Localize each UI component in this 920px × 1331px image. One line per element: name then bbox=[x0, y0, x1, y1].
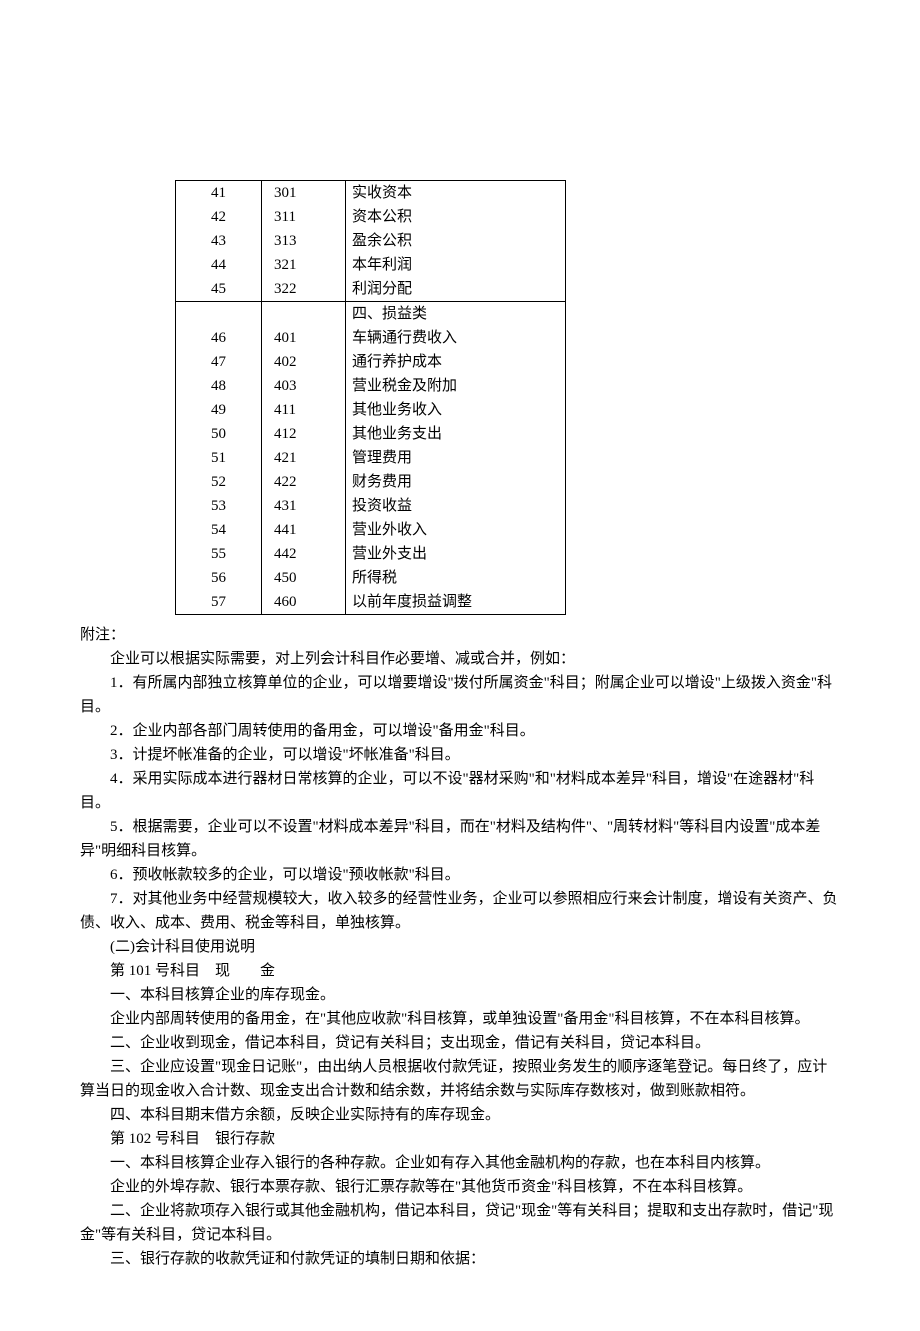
account-name: 营业外支出 bbox=[346, 542, 566, 566]
table-row: 44321本年利润 bbox=[176, 253, 566, 277]
account-name: 营业税金及附加 bbox=[346, 374, 566, 398]
paragraph: 一、本科目核算企业存入银行的各种存款。企业如有存入其他金融机构的存款，也在本科目… bbox=[80, 1151, 840, 1175]
row-number: 50 bbox=[176, 422, 262, 446]
row-number: 52 bbox=[176, 470, 262, 494]
row-number: 57 bbox=[176, 590, 262, 615]
paragraph: 企业内部周转使用的备用金，在"其他应收款"科目核算，或单独设置"备用金"科目核算… bbox=[80, 1007, 840, 1031]
account-name: 资本公积 bbox=[346, 205, 566, 229]
row-number: 46 bbox=[176, 326, 262, 350]
paragraph: 三、企业应设置"现金日记账"，由出纳人员根据收付款凭证，按照业务发生的顺序逐笔登… bbox=[80, 1055, 840, 1103]
account-name: 投资收益 bbox=[346, 494, 566, 518]
table-row: 51421管理费用 bbox=[176, 446, 566, 470]
row-number: 47 bbox=[176, 350, 262, 374]
account-name: 管理费用 bbox=[346, 446, 566, 470]
account-name: 车辆通行费收入 bbox=[346, 326, 566, 350]
row-number: 53 bbox=[176, 494, 262, 518]
account-code: 313 bbox=[262, 229, 346, 253]
table-row: 53431投资收益 bbox=[176, 494, 566, 518]
paragraph: 5．根据需要，企业可以不设置"材料成本差异"科目，而在"材料及结构件"、"周转材… bbox=[80, 815, 840, 863]
section-header: 四、损益类 bbox=[346, 302, 566, 327]
account-name: 以前年度损益调整 bbox=[346, 590, 566, 615]
account-code: 402 bbox=[262, 350, 346, 374]
paragraph: 企业的外埠存款、银行本票存款、银行汇票存款等在"其他货币资金"科目核算，不在本科… bbox=[80, 1175, 840, 1199]
table-section-header-row: 四、损益类 bbox=[176, 302, 566, 327]
row-number: 48 bbox=[176, 374, 262, 398]
row-number: 43 bbox=[176, 229, 262, 253]
table-row: 43313盈余公积 bbox=[176, 229, 566, 253]
table-row: 57460以前年度损益调整 bbox=[176, 590, 566, 615]
account-name: 通行养护成本 bbox=[346, 350, 566, 374]
account-code: 441 bbox=[262, 518, 346, 542]
table-row: 48403营业税金及附加 bbox=[176, 374, 566, 398]
row-number: 55 bbox=[176, 542, 262, 566]
row-number: 42 bbox=[176, 205, 262, 229]
table-row: 55442营业外支出 bbox=[176, 542, 566, 566]
account-name: 营业外收入 bbox=[346, 518, 566, 542]
row-number: 54 bbox=[176, 518, 262, 542]
account-code: 460 bbox=[262, 590, 346, 615]
account-name: 其他业务支出 bbox=[346, 422, 566, 446]
account-name: 本年利润 bbox=[346, 253, 566, 277]
account-code: 412 bbox=[262, 422, 346, 446]
row-number: 45 bbox=[176, 277, 262, 302]
paragraph: 三、银行存款的收款凭证和付款凭证的填制日期和依据： bbox=[80, 1247, 840, 1271]
account-code: 421 bbox=[262, 446, 346, 470]
paragraph: 1．有所属内部独立核算单位的企业，可以增要增设"拨付所属资金"科目；附属企业可以… bbox=[80, 671, 840, 719]
account-code: 401 bbox=[262, 326, 346, 350]
table-row: 50412其他业务支出 bbox=[176, 422, 566, 446]
paragraph: 一、本科目核算企业的库存现金。 bbox=[80, 983, 840, 1007]
paragraph: 7．对其他业务中经营规模较大，收入较多的经营性业务，企业可以参照相应行来会计制度… bbox=[80, 887, 840, 935]
table-row: 45322利润分配 bbox=[176, 277, 566, 302]
account-name: 财务费用 bbox=[346, 470, 566, 494]
table-row: 42311资本公积 bbox=[176, 205, 566, 229]
account-code: 431 bbox=[262, 494, 346, 518]
account-code: 442 bbox=[262, 542, 346, 566]
account-name: 所得税 bbox=[346, 566, 566, 590]
accounts-table: 41301实收资本42311资本公积43313盈余公积44321本年利润4532… bbox=[175, 180, 840, 615]
account-code: 321 bbox=[262, 253, 346, 277]
account-code: 450 bbox=[262, 566, 346, 590]
note-label: 附注： bbox=[80, 623, 840, 647]
account-code: 422 bbox=[262, 470, 346, 494]
row-number: 41 bbox=[176, 181, 262, 206]
paragraph: 3．计提坏帐准备的企业，可以增设"坏帐准备"科目。 bbox=[80, 743, 840, 767]
paragraph: 第 102 号科目 银行存款 bbox=[80, 1127, 840, 1151]
account-name: 利润分配 bbox=[346, 277, 566, 302]
row-number: 56 bbox=[176, 566, 262, 590]
table-row: 56450所得税 bbox=[176, 566, 566, 590]
account-name: 其他业务收入 bbox=[346, 398, 566, 422]
paragraph: 二、企业收到现金，借记本科目，贷记有关科目；支出现金，借记有关科目，贷记本科目。 bbox=[80, 1031, 840, 1055]
paragraph: 6．预收帐款较多的企业，可以增设"预收帐款"科目。 bbox=[80, 863, 840, 887]
table-row: 54441营业外收入 bbox=[176, 518, 566, 542]
table-row: 49411其他业务收入 bbox=[176, 398, 566, 422]
paragraph: 4．采用实际成本进行器材日常核算的企业，可以不设"器材采购"和"材料成本差异"科… bbox=[80, 767, 840, 815]
account-code: 403 bbox=[262, 374, 346, 398]
account-code: 301 bbox=[262, 181, 346, 206]
table-row: 52422财务费用 bbox=[176, 470, 566, 494]
account-code: 322 bbox=[262, 277, 346, 302]
paragraph: (二)会计科目使用说明 bbox=[80, 935, 840, 959]
row-number: 51 bbox=[176, 446, 262, 470]
account-name: 实收资本 bbox=[346, 181, 566, 206]
row-number: 49 bbox=[176, 398, 262, 422]
table-row: 47402通行养护成本 bbox=[176, 350, 566, 374]
paragraph: 企业可以根据实际需要，对上列会计科目作必要增、减或合并，例如： bbox=[80, 647, 840, 671]
table-row: 41301实收资本 bbox=[176, 181, 566, 206]
table-row: 46401车辆通行费收入 bbox=[176, 326, 566, 350]
body-text: 附注： 企业可以根据实际需要，对上列会计科目作必要增、减或合并，例如： 1．有所… bbox=[80, 623, 840, 1271]
account-code: 411 bbox=[262, 398, 346, 422]
account-name: 盈余公积 bbox=[346, 229, 566, 253]
account-code: 311 bbox=[262, 205, 346, 229]
paragraph: 四、本科目期末借方余额，反映企业实际持有的库存现金。 bbox=[80, 1103, 840, 1127]
row-number: 44 bbox=[176, 253, 262, 277]
paragraph: 2．企业内部各部门周转使用的备用金，可以增设"备用金"科目。 bbox=[80, 719, 840, 743]
paragraph: 二、企业将款项存入银行或其他金融机构，借记本科目，贷记"现金"等有关科目；提取和… bbox=[80, 1199, 840, 1247]
paragraph: 第 101 号科目 现 金 bbox=[80, 959, 840, 983]
